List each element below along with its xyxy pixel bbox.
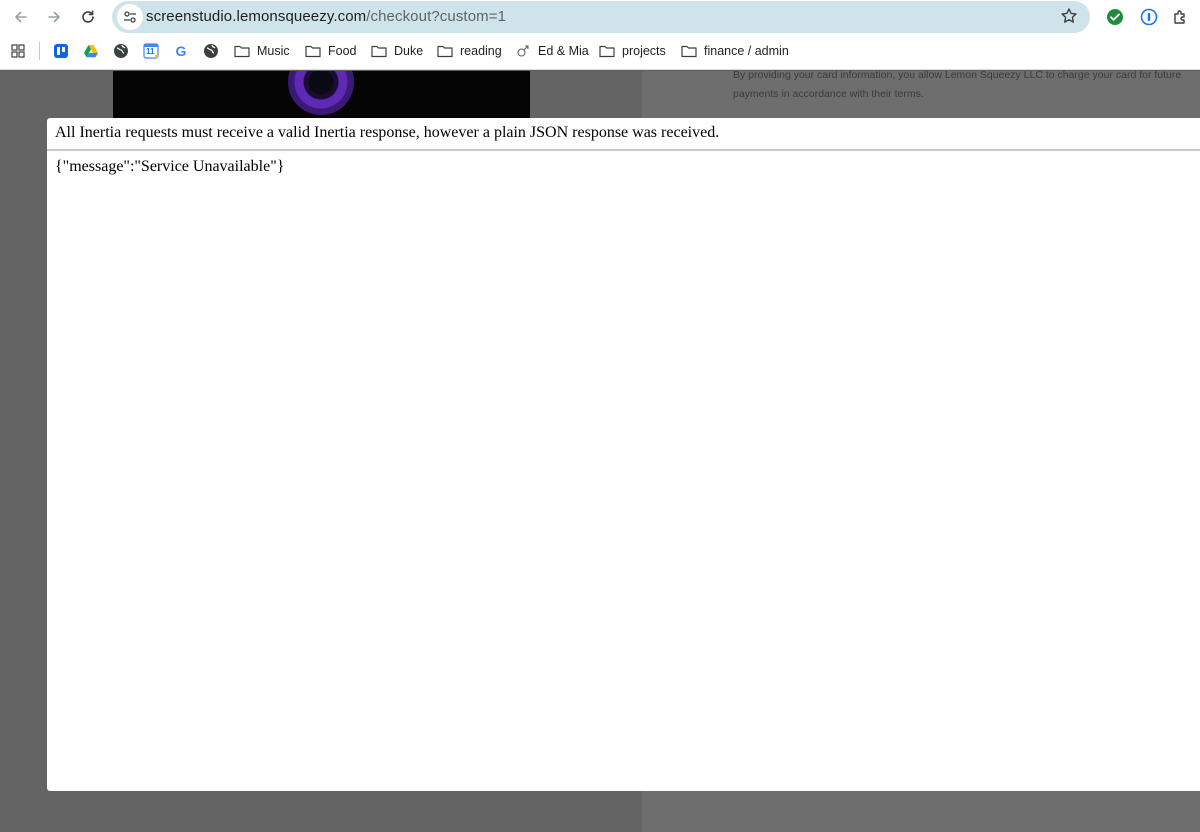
calendar-icon[interactable]: 11 [143,43,159,59]
bookmarks-separator [39,42,40,60]
bookmark-label: reading [460,44,502,58]
error-divider [47,149,1200,151]
google-letter: G [175,43,187,59]
trello-icon[interactable] [53,43,69,59]
url-host: screenstudio.lemonsqueezy.com [146,8,367,25]
card-terms-text: By providing your card information, you … [733,69,1182,100]
bookmark-folder-reading[interactable]: reading [437,41,502,61]
folder-icon [681,43,697,59]
bookmark-folder-food[interactable]: Food [305,41,357,61]
calendar-day: 11 [146,47,155,56]
bookmark-label: finance / admin [704,44,789,58]
folder-icon [437,43,453,59]
bookmark-ed-mia[interactable]: Ed & Mia [515,41,589,61]
error-header: All Inertia requests must receive a vali… [55,124,720,141]
bookmark-label: Food [328,44,357,58]
male-symbol-icon [515,43,531,59]
error-body: {"message":"Service Unavailable"} [55,158,285,175]
google-drive-icon[interactable] [83,43,99,59]
bookmark-folder-projects[interactable]: projects [599,41,666,61]
bookmark-label: Music [257,44,290,58]
inertia-error-modal: All Inertia requests must receive a vali… [47,118,1200,791]
globe-icon[interactable] [203,43,219,59]
browser-toolbar: screenstudio.lemonsqueezy.com/checkout?c… [0,0,1200,34]
product-video-preview [113,71,530,118]
site-info-icon[interactable] [117,4,143,30]
apps-grid-icon[interactable] [10,43,26,59]
bookmark-star-icon[interactable] [1060,7,1078,30]
extensions-icon[interactable] [1170,6,1192,28]
reload-icon[interactable] [75,4,101,30]
bookmark-folder-music[interactable]: Music [234,41,290,61]
url-text[interactable]: screenstudio.lemonsqueezy.com/checkout?c… [146,8,506,25]
password-manager-icon[interactable] [1138,6,1160,28]
bookmark-label: Ed & Mia [538,44,589,58]
folder-icon [599,43,615,59]
check-circle-icon[interactable] [1104,6,1126,28]
url-path: /checkout?custom=1 [366,8,507,25]
bookmarks-bar: 11 G Music Food Duke reading Ed & Mia pr… [0,38,1200,64]
address-bar[interactable]: screenstudio.lemonsqueezy.com/checkout?c… [112,1,1090,33]
folder-icon [371,43,387,59]
forward-arrow-icon[interactable] [41,4,67,30]
bookmark-label: projects [622,44,666,58]
back-arrow-icon[interactable] [8,4,34,30]
bookmark-folder-duke[interactable]: Duke [371,41,423,61]
google-icon[interactable]: G [173,43,189,59]
folder-icon [305,43,321,59]
browser-chrome: screenstudio.lemonsqueezy.com/checkout?c… [0,0,1200,70]
folder-icon [234,43,250,59]
video-logo-ring [288,71,354,115]
bookmark-folder-finance-admin[interactable]: finance / admin [681,41,789,61]
bookmark-label: Duke [394,44,424,58]
globe-icon[interactable] [113,43,129,59]
